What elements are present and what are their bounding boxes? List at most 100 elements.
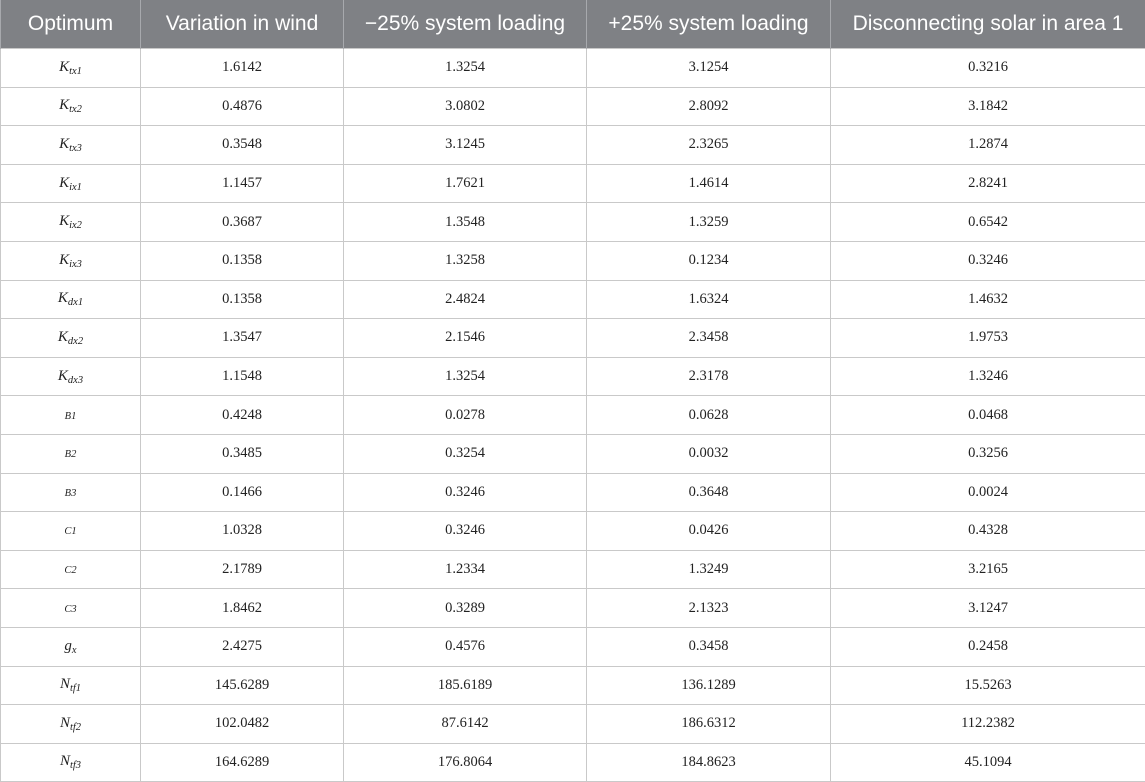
row-label-text: B1 bbox=[65, 411, 77, 422]
table-cell: 2.8241 bbox=[831, 164, 1145, 203]
table-cell: 1.3246 bbox=[831, 357, 1145, 396]
table-row: Kdx10.13582.48241.63241.4632 bbox=[1, 280, 1145, 319]
table-cell: 0.0468 bbox=[831, 396, 1145, 435]
table-cell: 0.3548 bbox=[141, 126, 344, 165]
table-row: Ktx30.35483.12452.32651.2874 bbox=[1, 126, 1145, 165]
table-row: C31.84620.32892.13233.1247 bbox=[1, 589, 1145, 628]
table-cell: 0.3256 bbox=[831, 434, 1145, 473]
row-label-base: K bbox=[58, 329, 68, 345]
row-label: Kix2 bbox=[1, 203, 141, 242]
table-cell: 0.2458 bbox=[831, 627, 1145, 666]
table-cell: 0.0024 bbox=[831, 473, 1145, 512]
row-label: Kdx3 bbox=[1, 357, 141, 396]
table-cell: 1.1457 bbox=[141, 164, 344, 203]
table-cell: 0.3289 bbox=[344, 589, 587, 628]
row-label-base: K bbox=[58, 290, 68, 306]
row-label-subscript: tx2 bbox=[69, 104, 82, 115]
row-label: Kdx2 bbox=[1, 319, 141, 358]
row-label-base: K bbox=[59, 213, 69, 229]
row-label-text: B3 bbox=[65, 488, 77, 499]
table-cell: 1.3547 bbox=[141, 319, 344, 358]
table-cell: 1.3254 bbox=[344, 49, 587, 88]
column-header-minus-25-loading: −25% system loading bbox=[344, 0, 587, 49]
table-cell: 0.6542 bbox=[831, 203, 1145, 242]
row-label-text: B2 bbox=[65, 449, 77, 460]
table-row: C22.17891.23341.32493.2165 bbox=[1, 550, 1145, 589]
table-cell: 0.3458 bbox=[587, 627, 831, 666]
row-label: Ntf3 bbox=[1, 743, 141, 782]
table-row: Kix11.14571.76211.46142.8241 bbox=[1, 164, 1145, 203]
row-label-subscript: tf2 bbox=[70, 722, 81, 733]
table-row: C11.03280.32460.04260.4328 bbox=[1, 512, 1145, 551]
table-cell: 185.6189 bbox=[344, 666, 587, 705]
table-row: Kix20.36871.35481.32590.6542 bbox=[1, 203, 1145, 242]
table-cell: 0.0426 bbox=[587, 512, 831, 551]
table-cell: 0.3246 bbox=[831, 241, 1145, 280]
table-cell: 1.4614 bbox=[587, 164, 831, 203]
table-cell: 176.8064 bbox=[344, 743, 587, 782]
table-cell: 1.3548 bbox=[344, 203, 587, 242]
table-row: Ntf2102.048287.6142186.6312112.2382 bbox=[1, 705, 1145, 744]
table-cell: 0.4328 bbox=[831, 512, 1145, 551]
row-label-subscript: ix2 bbox=[69, 220, 82, 231]
table-cell: 0.1234 bbox=[587, 241, 831, 280]
table-row: Kdx31.15481.32542.31781.3246 bbox=[1, 357, 1145, 396]
table-cell: 136.1289 bbox=[587, 666, 831, 705]
table-cell: 1.3254 bbox=[344, 357, 587, 396]
table-cell: 2.1789 bbox=[141, 550, 344, 589]
table-cell: 2.3265 bbox=[587, 126, 831, 165]
row-label-subscript: tf1 bbox=[70, 683, 81, 694]
table-cell: 0.3216 bbox=[831, 49, 1145, 88]
row-label-subscript: tf3 bbox=[70, 760, 81, 771]
table-cell: 2.3458 bbox=[587, 319, 831, 358]
table-cell: 0.4248 bbox=[141, 396, 344, 435]
table-cell: 112.2382 bbox=[831, 705, 1145, 744]
table-row: Ntf1145.6289185.6189136.128915.5263 bbox=[1, 666, 1145, 705]
table-cell: 1.7621 bbox=[344, 164, 587, 203]
table-cell: 0.3648 bbox=[587, 473, 831, 512]
row-label-base: N bbox=[60, 753, 70, 769]
table-cell: 1.3258 bbox=[344, 241, 587, 280]
table-cell: 87.6142 bbox=[344, 705, 587, 744]
table-cell: 186.6312 bbox=[587, 705, 831, 744]
table-cell: 15.5263 bbox=[831, 666, 1145, 705]
table-cell: 0.3246 bbox=[344, 512, 587, 551]
table-cell: 1.3249 bbox=[587, 550, 831, 589]
row-label: Ktx1 bbox=[1, 49, 141, 88]
row-label-subscript: ix1 bbox=[69, 182, 82, 193]
table-cell: 0.1358 bbox=[141, 241, 344, 280]
table-cell: 2.8092 bbox=[587, 87, 831, 126]
table-row: Ktx20.48763.08022.80923.1842 bbox=[1, 87, 1145, 126]
table-row: B30.14660.32460.36480.0024 bbox=[1, 473, 1145, 512]
table-cell: 1.8462 bbox=[141, 589, 344, 628]
table-cell: 1.2334 bbox=[344, 550, 587, 589]
table-cell: 0.0032 bbox=[587, 434, 831, 473]
row-label-text: C1 bbox=[64, 526, 76, 537]
table-cell: 1.6324 bbox=[587, 280, 831, 319]
table-row: Ktx11.61421.32543.12540.3216 bbox=[1, 49, 1145, 88]
table-cell: 3.1247 bbox=[831, 589, 1145, 628]
row-label-base: K bbox=[59, 252, 69, 268]
row-label: Kdx1 bbox=[1, 280, 141, 319]
row-label-base: K bbox=[59, 97, 69, 113]
table-body: Ktx11.61421.32543.12540.3216Ktx20.48763.… bbox=[1, 49, 1145, 782]
column-header-optimum: Optimum bbox=[1, 0, 141, 49]
row-label-base: K bbox=[59, 59, 69, 75]
table-row: B10.42480.02780.06280.0468 bbox=[1, 396, 1145, 435]
table-cell: 2.1323 bbox=[587, 589, 831, 628]
row-label-subscript: dx1 bbox=[68, 297, 83, 308]
row-label: Ntf1 bbox=[1, 666, 141, 705]
row-label: C1 bbox=[1, 512, 141, 551]
table-cell: 3.0802 bbox=[344, 87, 587, 126]
row-label-text: C2 bbox=[64, 565, 76, 576]
table-cell: 0.4576 bbox=[344, 627, 587, 666]
table-cell: 45.1094 bbox=[831, 743, 1145, 782]
row-label: Ktx3 bbox=[1, 126, 141, 165]
row-label-subscript: dx2 bbox=[68, 336, 83, 347]
row-label-subscript: tx3 bbox=[69, 143, 82, 154]
table-row: Ntf3164.6289176.8064184.862345.1094 bbox=[1, 743, 1145, 782]
row-label: C3 bbox=[1, 589, 141, 628]
row-label-base: g bbox=[64, 638, 72, 654]
column-header-plus-25-loading: +25% system loading bbox=[587, 0, 831, 49]
table-cell: 0.1358 bbox=[141, 280, 344, 319]
